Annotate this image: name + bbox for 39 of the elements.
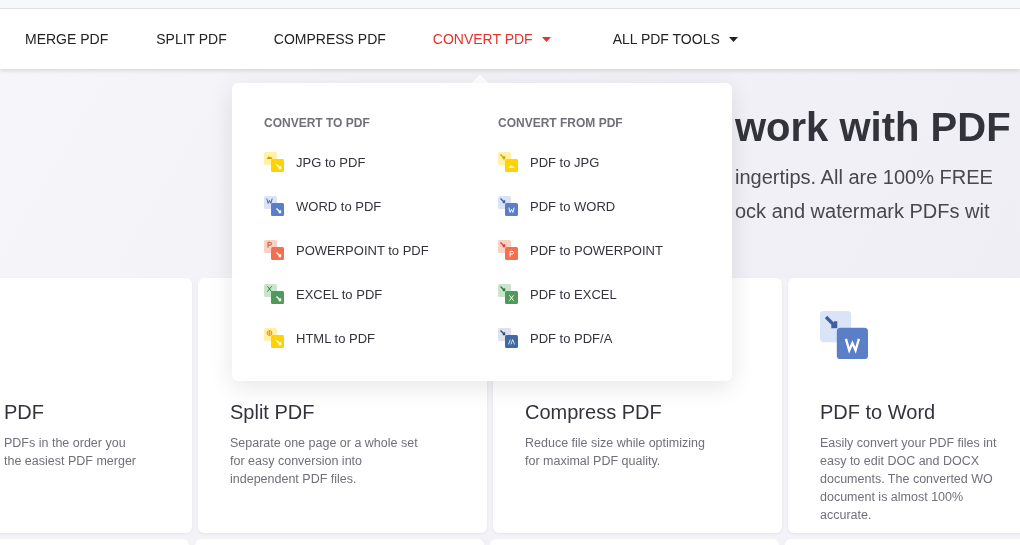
card-title: PDF to Word [820,401,937,424]
nav-link[interactable]: COMPRESS PDF [273,31,386,47]
nav-link[interactable]: MERGE PDF [25,31,109,47]
nav-link[interactable]: CONVERT PDF [432,31,551,47]
hero-subtitle: ingertips. All are 100% FREE [735,165,994,190]
tool-card[interactable]: PDF PDFs in the order you the easiest PDF merger [0,278,192,533]
menu-item[interactable]: PDF to PDF/A [498,328,732,348]
file-convert-icon [264,284,284,304]
menu-item[interactable]: POWERPOINT to PDF [264,240,498,260]
menu-item[interactable]: PDF to POWERPOINT [498,240,732,260]
menu-item[interactable]: PDF to JPG [498,152,732,172]
card-title: Compress PDF [525,401,663,424]
menu-item[interactable]: JPG to PDF [264,152,498,172]
menu-item[interactable]: WORD to PDF [264,196,498,216]
file-convert-icon [264,240,284,260]
nav-link[interactable]: ALL PDF TOOLS [612,31,738,47]
file-convert-icon [498,284,518,304]
file-convert-icon [498,240,518,260]
card-title: PDF [4,401,45,424]
card-description: Separate one page or a whole set for easy conversion into independent PDF files. [230,435,419,488]
card-description: Reduce file size while optimizing for maximal PDF quality. [525,435,706,470]
menu-item[interactable]: PDF to EXCEL [498,284,732,304]
hero-subtitle: ock and watermark PDFs wit [735,199,991,224]
file-convert-icon [498,152,518,172]
nav-link[interactable]: SPLIT PDF [156,31,227,47]
file-convert-icon [264,328,284,348]
file-convert-icon [264,196,284,216]
file-convert-icon [264,152,284,172]
tool-card[interactable]: PDF to Word Easily convert your PDF files int easy to edit DOC and DOCX documents. The converted WO document is almost 100% accurate. [788,278,1020,533]
document-convert-icon [820,311,868,359]
menu-item[interactable]: PDF to WORD [498,196,732,216]
file-convert-icon [498,196,518,216]
card-description: Easily convert your PDF files int easy to edit DOC and DOCX documents. The converted WO document is almost 100% accurate. [820,435,998,524]
file-convert-icon [498,328,518,348]
menu-heading: CONVERT FROM PDF [498,116,624,130]
hero-title: work with PDF [735,104,1012,150]
card-description: PDFs in the order you the easiest PDF merger [4,435,137,470]
menu-heading: CONVERT TO PDF [264,116,371,130]
card-title: Split PDF [230,401,316,424]
